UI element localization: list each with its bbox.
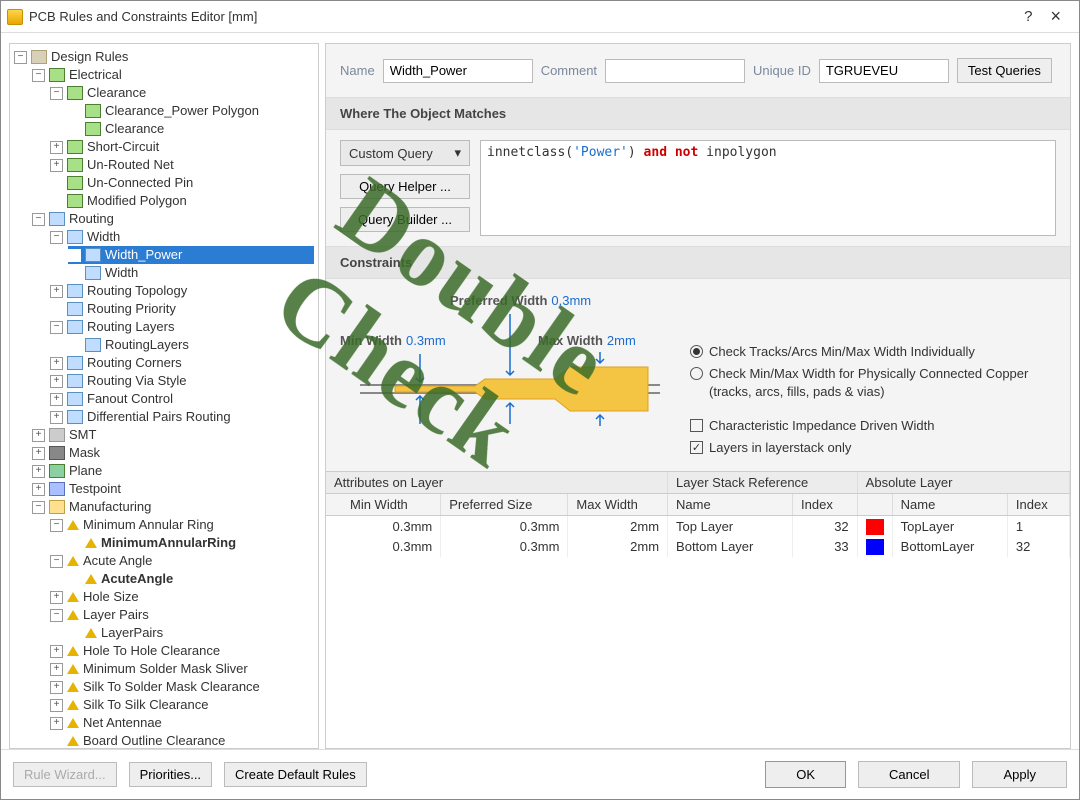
radio-individual-width[interactable]: Check Tracks/Arcs Min/Max Width Individu… [690, 343, 1056, 361]
tree-net-antennae[interactable]: +Net Antennae [50, 714, 314, 732]
comment-label: Comment [541, 63, 597, 78]
tree-routing-corners[interactable]: +Routing Corners [50, 354, 314, 372]
radio-connected-copper[interactable]: Check Min/Max Width for Physically Conne… [690, 365, 1056, 401]
table-row[interactable]: 0.3mm 0.3mm 2mm Top Layer 32 TopLayer 1 [326, 516, 1070, 537]
tree-acute-angle-leaf[interactable]: AcuteAngle [68, 570, 314, 588]
chevron-down-icon: ▾ [454, 145, 461, 161]
tree-clearance-power-polygon[interactable]: Clearance_Power Polygon [68, 102, 314, 120]
tree-routing-via-style[interactable]: +Routing Via Style [50, 372, 314, 390]
col-group-attributes: Attributes on Layer [326, 472, 668, 494]
col-abs-name[interactable]: Name [892, 494, 1007, 516]
tree-electrical[interactable]: −Electrical [32, 66, 314, 84]
layer-color-swatch [866, 539, 884, 555]
tree-unconnected-pin[interactable]: Un-Connected Pin [50, 174, 314, 192]
tree-root[interactable]: −Design Rules [14, 48, 314, 66]
col-maxwidth[interactable]: Max Width [568, 494, 668, 516]
tree-board-outline[interactable]: Board Outline Clearance [50, 732, 314, 749]
tree-routing-priority[interactable]: Routing Priority [50, 300, 314, 318]
check-layerstack-only[interactable]: ✓Layers in layerstack only [690, 439, 1056, 457]
col-minwidth[interactable]: Min Width [326, 494, 441, 516]
col-prefsize[interactable]: Preferred Size [441, 494, 568, 516]
rules-tree-panel: −Design Rules −Electrical −Clearance Cle… [9, 43, 319, 749]
tree-routing-layers[interactable]: −Routing Layers [50, 318, 314, 336]
constraints-section-header: Constraints [326, 246, 1070, 279]
col-stack-name[interactable]: Name [668, 494, 793, 516]
tree-acute-angle[interactable]: −Acute Angle [50, 552, 314, 570]
tree-width-leaf[interactable]: Width [68, 264, 314, 282]
titlebar: PCB Rules and Constraints Editor [mm] ? … [1, 1, 1079, 33]
tree-silk-to-solder[interactable]: +Silk To Solder Mask Clearance [50, 678, 314, 696]
tree-mask[interactable]: +Mask [32, 444, 314, 462]
uniqueid-input[interactable] [819, 59, 949, 83]
app-icon [7, 9, 23, 25]
check-impedance-driven[interactable]: Characteristic Impedance Driven Width [690, 417, 1056, 435]
rule-detail-panel: Name Comment Unique ID Test Queries Wher… [325, 43, 1071, 749]
apply-button[interactable]: Apply [972, 761, 1067, 788]
tree-smt[interactable]: +SMT [32, 426, 314, 444]
tree-width[interactable]: −Width [50, 228, 314, 246]
query-builder-button[interactable]: Query Builder ... [340, 207, 470, 232]
name-input[interactable] [383, 59, 533, 83]
tree-silk-to-silk[interactable]: +Silk To Silk Clearance [50, 696, 314, 714]
col-abs-index[interactable]: Index [1007, 494, 1069, 516]
tree-routing-layers-leaf[interactable]: RoutingLayers [68, 336, 314, 354]
ok-button[interactable]: OK [765, 761, 846, 788]
name-label: Name [340, 63, 375, 78]
tree-routing-topology[interactable]: +Routing Topology [50, 282, 314, 300]
create-default-rules-button[interactable]: Create Default Rules [224, 762, 367, 787]
tree-hole-size[interactable]: +Hole Size [50, 588, 314, 606]
tree-hole-to-hole[interactable]: +Hole To Hole Clearance [50, 642, 314, 660]
table-row[interactable]: 0.3mm 0.3mm 2mm Bottom Layer 33 BottomLa… [326, 537, 1070, 558]
tree-routing[interactable]: −Routing [32, 210, 314, 228]
priorities-button[interactable]: Priorities... [129, 762, 212, 787]
tree-manufacturing[interactable]: −Manufacturing [32, 498, 314, 516]
window-title: PCB Rules and Constraints Editor [mm] [29, 9, 1024, 24]
col-stack-index[interactable]: Index [793, 494, 858, 516]
layer-table[interactable]: Attributes on Layer Layer Stack Referenc… [326, 471, 1070, 748]
tree-min-annular-leaf[interactable]: MinimumAnnularRing [68, 534, 314, 552]
query-textbox[interactable]: innetclass('Power') and not inpolygon [480, 140, 1056, 236]
test-queries-button[interactable]: Test Queries [957, 58, 1052, 83]
tree-short-circuit[interactable]: +Short-Circuit [50, 138, 314, 156]
tree-width-power[interactable]: Width_Power [68, 246, 314, 264]
tree-modified-polygon[interactable]: Modified Polygon [50, 192, 314, 210]
col-group-stackref: Layer Stack Reference [668, 472, 858, 494]
tree-testpoint[interactable]: +Testpoint [32, 480, 314, 498]
query-type-dropdown[interactable]: Custom Query▾ [340, 140, 470, 166]
tree-clearance-leaf[interactable]: Clearance [68, 120, 314, 138]
footer-bar: Rule Wizard... Priorities... Create Defa… [1, 749, 1079, 799]
tree-layer-pairs-leaf[interactable]: LayerPairs [68, 624, 314, 642]
col-abs-color[interactable] [857, 494, 892, 516]
tree-layer-pairs[interactable]: −Layer Pairs [50, 606, 314, 624]
tree-plane[interactable]: +Plane [32, 462, 314, 480]
tree-clearance[interactable]: −Clearance [50, 84, 314, 102]
tree-fanout-control[interactable]: +Fanout Control [50, 390, 314, 408]
tree-min-solder-sliver[interactable]: +Minimum Solder Mask Sliver [50, 660, 314, 678]
tree-unrouted-net[interactable]: +Un-Routed Net [50, 156, 314, 174]
query-helper-button[interactable]: Query Helper ... [340, 174, 470, 199]
rule-wizard-button[interactable]: Rule Wizard... [13, 762, 117, 787]
tree-diff-pairs[interactable]: +Differential Pairs Routing [50, 408, 314, 426]
where-section-header: Where The Object Matches [326, 97, 1070, 130]
width-diagram: Preferred Width0.3mm Min Width0.3mm Max … [340, 289, 670, 459]
uniqueid-label: Unique ID [753, 63, 811, 78]
cancel-button[interactable]: Cancel [858, 761, 960, 788]
comment-input[interactable] [605, 59, 745, 83]
tree-min-annular[interactable]: −Minimum Annular Ring [50, 516, 314, 534]
col-group-absolute: Absolute Layer [857, 472, 1069, 494]
layer-color-swatch [866, 519, 884, 535]
close-button[interactable]: × [1050, 6, 1061, 27]
help-button[interactable]: ? [1024, 8, 1032, 25]
